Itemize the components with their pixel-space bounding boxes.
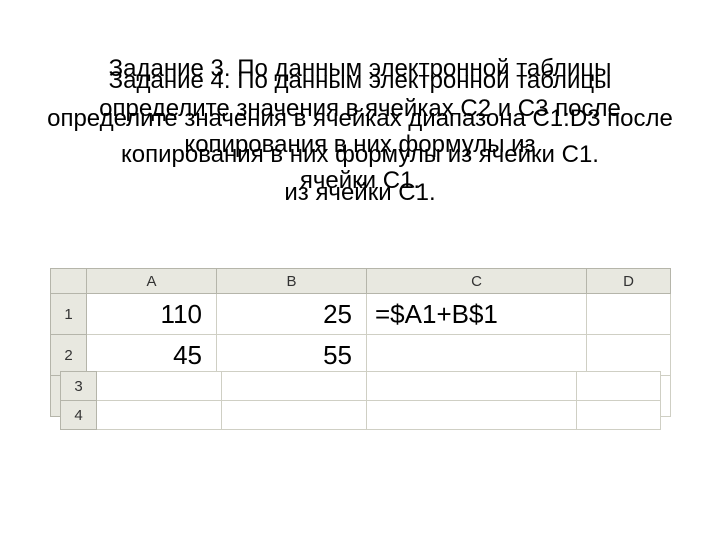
cell-d1[interactable] [587, 294, 671, 335]
cell-b2[interactable]: 55 [217, 335, 367, 376]
overlay-row-header-3[interactable]: 3 [61, 372, 97, 401]
overlay-cell[interactable] [222, 401, 367, 430]
overlay-row-header-4[interactable]: 4 [61, 401, 97, 430]
overlay-cell[interactable] [577, 401, 661, 430]
row-header-1[interactable]: 1 [51, 294, 87, 335]
cell-d2[interactable] [587, 335, 671, 376]
overlay-cell[interactable] [367, 372, 577, 401]
col-header-b[interactable]: B [217, 269, 367, 294]
row-header-2[interactable]: 2 [51, 335, 87, 376]
overlay-cell[interactable] [97, 372, 222, 401]
task4-line1: Задание 4. По данным электронной таблицы [0, 67, 720, 95]
overlay-cell[interactable] [97, 401, 222, 430]
header-row: A B C D [51, 269, 671, 294]
cell-c2[interactable] [367, 335, 587, 376]
table-row: 1 110 25 =$A1+B$1 [51, 294, 671, 335]
cell-a2[interactable]: 45 [87, 335, 217, 376]
overlay-cell[interactable] [222, 372, 367, 401]
col-header-c[interactable]: C [367, 269, 587, 294]
spreadsheet-area: A B C D 1 110 25 =$A1+B$1 2 45 55 3 [50, 268, 670, 417]
select-all-corner[interactable] [51, 269, 87, 294]
overlay-cell[interactable] [577, 372, 661, 401]
overlay-cell[interactable] [367, 401, 577, 430]
spreadsheet-overlay: 3 4 [60, 371, 661, 430]
col-header-d[interactable]: D [587, 269, 671, 294]
cell-b1[interactable]: 25 [217, 294, 367, 335]
cell-a1[interactable]: 110 [87, 294, 217, 335]
task4-line3: копирования в них формулы из ячейки С1. [0, 141, 720, 169]
table-row: 2 45 55 [51, 335, 671, 376]
overlay-row-3: 3 [61, 372, 661, 401]
task4-line2: определите значения в ячейках диапазона … [0, 105, 720, 133]
col-header-a[interactable]: A [87, 269, 217, 294]
cell-c1[interactable]: =$A1+B$1 [367, 294, 587, 335]
overlay-row-4: 4 [61, 401, 661, 430]
task4-line4: из ячейки С1. [0, 179, 720, 207]
